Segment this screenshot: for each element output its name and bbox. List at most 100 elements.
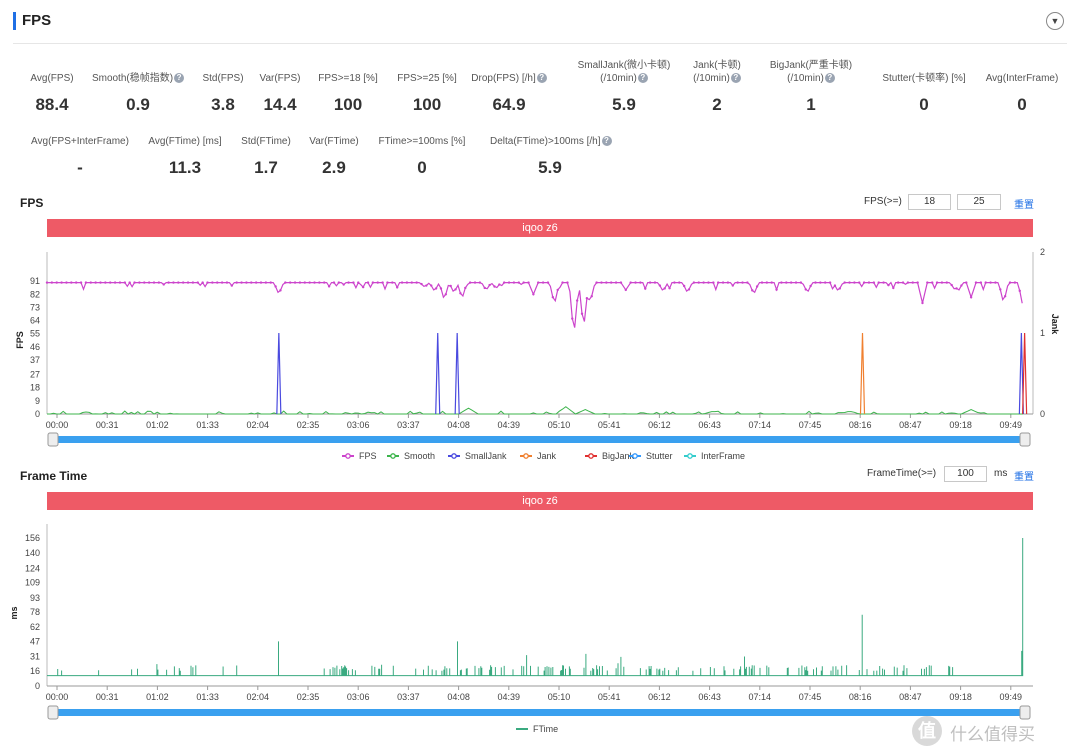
- fps-point: [507, 281, 511, 284]
- x-tick-label: 05:10: [548, 420, 571, 430]
- fps-point: [196, 281, 199, 284]
- fps-point: [128, 281, 131, 284]
- fps-point: [502, 281, 506, 284]
- fps-point: [921, 301, 924, 305]
- fps-point: [162, 283, 165, 286]
- y2-tick-label: 0: [1040, 409, 1045, 419]
- y-tick-label: 37: [30, 355, 40, 365]
- fps-point: [240, 281, 243, 284]
- fps-point: [74, 281, 78, 284]
- fps-point: [337, 281, 341, 284]
- x-tick-label: 04:08: [447, 420, 470, 430]
- fps-point: [595, 281, 598, 284]
- fps-point: [663, 287, 666, 290]
- fps-point: [395, 286, 399, 289]
- fps-point: [133, 281, 136, 284]
- fps-point: [464, 286, 467, 290]
- y-tick-label: 47: [30, 636, 40, 646]
- fps-threshold-1-input[interactable]: 18: [908, 194, 951, 210]
- help-icon[interactable]: ?: [730, 73, 741, 84]
- help-icon[interactable]: ?: [824, 73, 835, 84]
- x-tick-label: 08:16: [849, 692, 872, 702]
- fps-point: [916, 281, 919, 284]
- fps-point: [969, 296, 973, 299]
- legend-marker-bigjank: [588, 453, 594, 459]
- fps-point: [318, 281, 321, 284]
- legend-marker-fps: [345, 453, 351, 459]
- fps-point: [619, 281, 623, 284]
- fps-point: [960, 284, 963, 287]
- fps-point: [629, 281, 632, 284]
- fps-reset-link[interactable]: 重置: [1014, 196, 1034, 211]
- fps-point: [439, 287, 443, 290]
- fps-point: [512, 281, 516, 284]
- y-tick-label: 55: [30, 329, 40, 339]
- help-icon[interactable]: ?: [637, 73, 648, 84]
- fps-point: [974, 281, 978, 284]
- x-tick-label: 09:49: [1000, 420, 1023, 430]
- fps-point: [804, 288, 807, 291]
- fps-point: [989, 281, 992, 284]
- fps-point: [673, 281, 676, 284]
- x-tick-label: 06:43: [698, 420, 721, 430]
- y2-tick-label: 2: [1040, 247, 1045, 257]
- fps-point: [517, 281, 520, 284]
- legend-label-stutter: Stutter: [646, 451, 673, 461]
- fps-point: [94, 281, 97, 284]
- fps-point: [264, 281, 268, 284]
- frametime-threshold-input[interactable]: 100: [944, 466, 987, 482]
- fps-point: [308, 281, 311, 284]
- frametime-reset-link[interactable]: 重置: [1014, 468, 1034, 483]
- chevron-down-icon[interactable]: ▼: [1046, 12, 1064, 30]
- panel-header: FPS ▼: [0, 0, 1080, 44]
- fps-point: [746, 281, 749, 284]
- x-tick-label: 03:37: [397, 692, 420, 702]
- fps-point: [138, 281, 141, 284]
- fps-threshold-2-input[interactable]: 25: [957, 194, 1001, 210]
- fps-point: [235, 281, 238, 284]
- y-tick-label: 0: [35, 681, 40, 691]
- help-icon[interactable]: ?: [601, 136, 612, 147]
- fps-point: [965, 281, 968, 284]
- fps-point: [687, 288, 691, 291]
- fps-point: [172, 281, 175, 284]
- fps-point: [697, 281, 700, 284]
- fps-point: [522, 281, 525, 284]
- x-tick-label: 08:47: [899, 692, 922, 702]
- y-tick-label: 124: [25, 563, 40, 573]
- fps-point: [950, 283, 953, 287]
- legend-label-jank: Jank: [537, 451, 557, 461]
- x-tick-label: 03:37: [397, 420, 420, 430]
- y-tick-label: 62: [30, 622, 40, 632]
- fps-point: [712, 281, 715, 284]
- fps-point: [250, 281, 253, 284]
- y-tick-label: 64: [30, 316, 40, 326]
- fps-point: [955, 287, 958, 290]
- fps-point: [843, 281, 846, 284]
- fps-point: [303, 281, 306, 284]
- fps-point: [60, 281, 63, 284]
- fps-point: [211, 281, 214, 284]
- stat-label: FTime>=100ms [%]: [378, 136, 466, 147]
- smooth-series-line: [47, 406, 1023, 415]
- fps-point: [639, 281, 642, 284]
- fps-point: [386, 281, 389, 284]
- fps-device-bar: iqoo z6: [47, 219, 1033, 237]
- fps-point: [838, 287, 841, 290]
- help-icon[interactable]: ?: [536, 73, 547, 84]
- fps-point: [726, 281, 730, 284]
- fps-point: [99, 281, 102, 284]
- watermark-logo-icon: 值: [912, 716, 942, 746]
- fps-point: [848, 281, 851, 284]
- fps-point: [546, 281, 550, 284]
- frametime-device-bar: iqoo z6: [47, 492, 1033, 510]
- fps-point: [882, 281, 885, 284]
- smalljank-spike: [435, 332, 441, 415]
- fps-point: [50, 281, 54, 284]
- x-tick-label: 03:06: [347, 692, 370, 702]
- legend-label-interframe: InterFrame: [701, 451, 745, 461]
- header-accent: [13, 12, 16, 30]
- fps-point: [45, 281, 49, 284]
- fps-point: [571, 317, 574, 320]
- fps-point: [405, 281, 409, 284]
